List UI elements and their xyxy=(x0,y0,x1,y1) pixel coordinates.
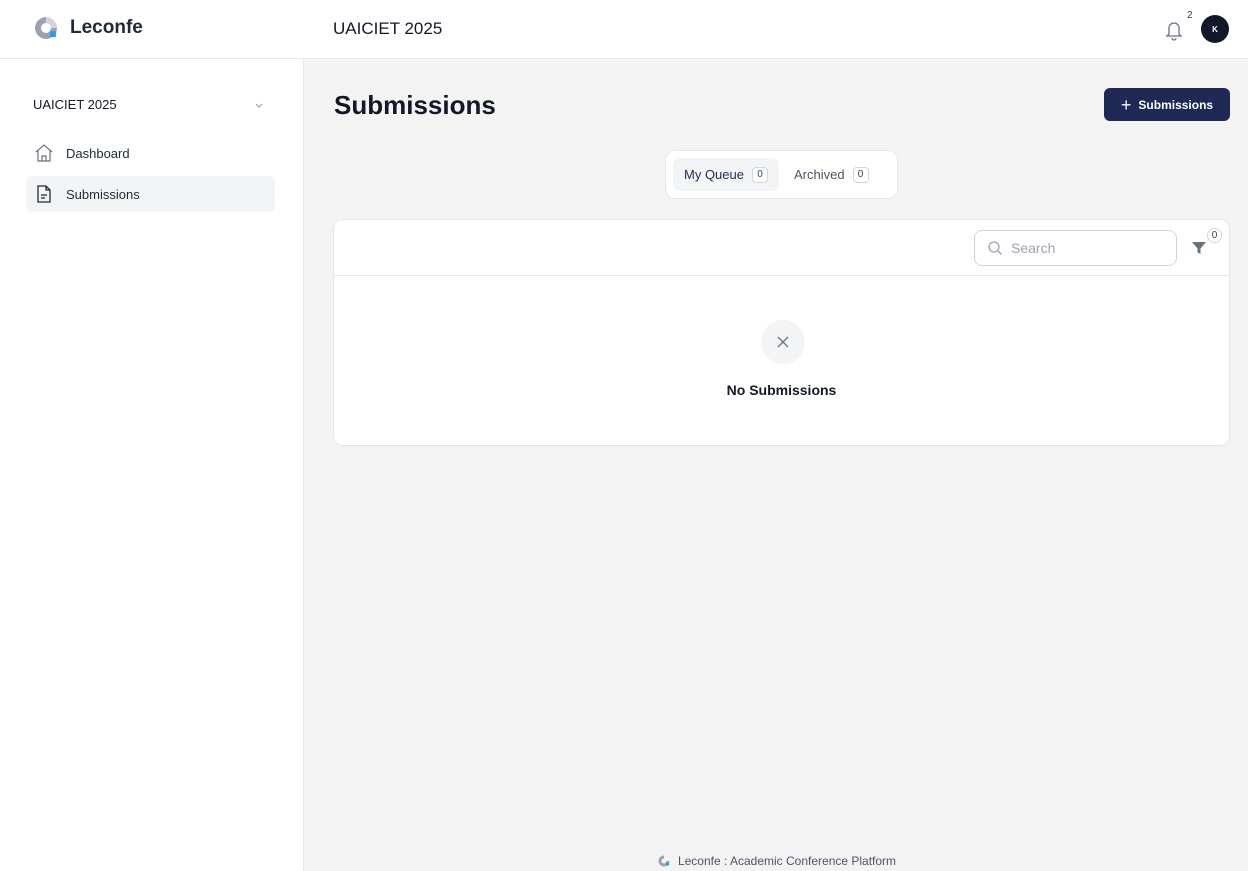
sidebar-item-dashboard[interactable]: Dashboard xyxy=(26,135,275,171)
sidebar-item-label: Submissions xyxy=(66,186,140,202)
page-title: Submissions xyxy=(334,90,496,120)
tab-label: My Queue xyxy=(684,167,744,182)
document-icon xyxy=(37,185,51,203)
tab-archived[interactable]: Archived 0 xyxy=(783,158,880,191)
bell-icon[interactable] xyxy=(1164,19,1184,41)
search-box[interactable] xyxy=(974,230,1177,266)
tab-count-badge: 0 xyxy=(751,166,768,183)
filter-icon[interactable] xyxy=(1191,240,1207,256)
plus-icon: + xyxy=(1120,94,1132,115)
table-toolbar: 0 xyxy=(334,220,1229,276)
home-icon xyxy=(35,144,53,162)
tab-my-queue[interactable]: My Queue 0 xyxy=(673,158,779,191)
sidebar: UAICIET 2025 Dashboard Submissions xyxy=(0,59,304,871)
tab-count-badge: 0 xyxy=(852,166,869,183)
filter-count-badge: 0 xyxy=(1207,228,1222,243)
search-input[interactable] xyxy=(1011,240,1171,256)
sidebar-item-submissions[interactable]: Submissions xyxy=(26,176,275,212)
add-submission-button[interactable]: + Submissions xyxy=(1104,88,1230,121)
top-bar: Leconfe UAICIET 2025 2 K xyxy=(0,0,1248,59)
avatar[interactable]: K xyxy=(1201,15,1229,43)
tab-label: Archived xyxy=(793,167,845,182)
brand-name: Leconfe xyxy=(70,17,143,38)
tab-bar: My Queue 0 Archived 0 xyxy=(665,150,898,199)
add-button-label: Submissions xyxy=(1138,97,1214,112)
sidebar-item-label: Dashboard xyxy=(66,145,130,161)
leconfe-logo-icon xyxy=(658,855,670,867)
notifications-count: 2 xyxy=(1187,10,1193,21)
footer-text: Leconfe : Academic Conference Platform xyxy=(677,854,897,868)
footer: Leconfe : Academic Conference Platform xyxy=(305,854,1248,868)
conference-selector[interactable]: UAICIET 2025 xyxy=(33,97,117,112)
chevron-down-icon[interactable] xyxy=(253,99,265,111)
submissions-table-card: 0 No Submissions xyxy=(333,219,1230,446)
conference-title: UAICIET 2025 xyxy=(333,19,443,38)
brand[interactable]: Leconfe xyxy=(32,14,143,42)
empty-state-message: No Submissions xyxy=(726,382,837,398)
empty-state-icon xyxy=(761,320,805,364)
leconfe-logo-icon xyxy=(35,17,57,39)
close-icon xyxy=(777,336,789,348)
search-icon xyxy=(988,241,1002,255)
